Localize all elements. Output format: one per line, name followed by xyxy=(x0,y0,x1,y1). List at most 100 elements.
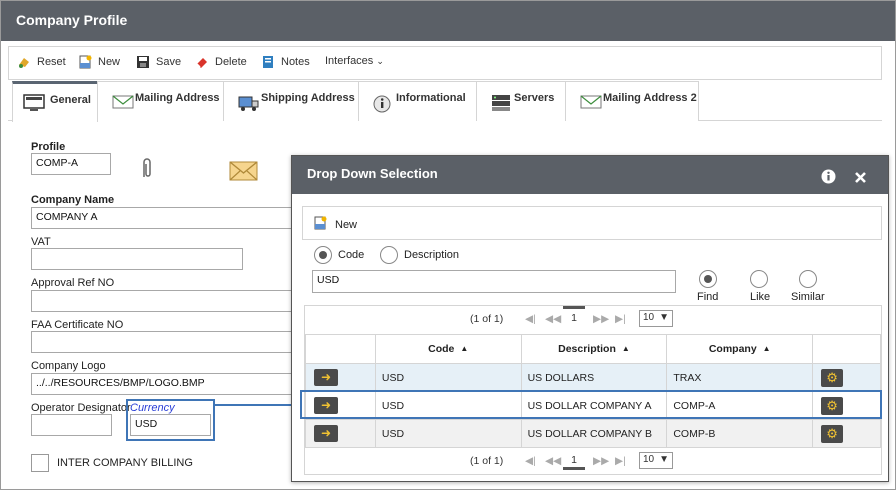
approval-ref-field[interactable] xyxy=(31,290,293,312)
reset-icon xyxy=(17,55,31,69)
gear-icon[interactable]: ⚙ xyxy=(821,396,844,415)
mode-similar-radio[interactable] xyxy=(799,270,817,288)
new-label: New xyxy=(98,56,121,68)
tab-label: General xyxy=(50,94,91,106)
interfaces-label: Interfaces xyxy=(325,55,374,67)
envelope-icon[interactable] xyxy=(229,160,259,185)
search-input[interactable]: USD xyxy=(312,270,676,293)
page-number[interactable]: 1 xyxy=(563,454,585,470)
cell-company: TRAX xyxy=(666,363,814,392)
cell-description: US DOLLAR COMPANY A xyxy=(520,391,668,420)
radio-description-label: Description xyxy=(404,249,460,261)
column-label: Company xyxy=(708,343,757,355)
paperclip-icon[interactable] xyxy=(140,157,152,182)
reset-button[interactable]: Reset xyxy=(17,55,66,69)
table-row[interactable]: ➜ USD US DOLLAR COMPANY B COMP-B ⚙ xyxy=(305,419,881,448)
tab-shipping-address[interactable]: Shipping Address xyxy=(223,81,359,121)
notes-button[interactable]: Notes xyxy=(261,55,310,69)
page-size-value: 10 xyxy=(643,312,655,323)
page-size-value: 10 xyxy=(643,454,655,465)
table-header-row: Code ▲ Description ▲ Company ▲ xyxy=(305,334,881,364)
page-size-select[interactable]: 10 ▼ xyxy=(639,310,673,327)
currency-field[interactable]: USD xyxy=(130,414,211,436)
results-table: Code ▲ Description ▲ Company ▲ ➜ USD US DOL… xyxy=(305,334,881,448)
new-button[interactable]: New xyxy=(78,55,120,69)
company-name-field[interactable]: COMPANY A xyxy=(31,207,293,229)
tab-servers[interactable]: Servers xyxy=(476,81,566,121)
select-row-button[interactable]: ➜ xyxy=(314,397,338,414)
profile-label: Profile xyxy=(31,141,66,153)
inter-company-billing-checkbox[interactable] xyxy=(31,454,49,472)
page-size-select[interactable]: 10 ▼ xyxy=(639,452,673,469)
radio-code[interactable] xyxy=(314,246,332,264)
prev-page-icon[interactable]: ◀◀ xyxy=(545,455,561,467)
radio-code-label: Code xyxy=(338,249,365,261)
first-page-icon[interactable]: ◀​| xyxy=(525,313,536,325)
mode-find-radio[interactable] xyxy=(699,270,717,288)
gear-icon[interactable]: ⚙ xyxy=(821,424,844,443)
prev-page-icon[interactable]: ◀◀ xyxy=(545,313,561,325)
mode-find-label: Find xyxy=(697,291,719,303)
server-icon xyxy=(491,94,511,111)
operator-designator-field[interactable] xyxy=(31,414,112,436)
column-header-description[interactable]: Description ▲ xyxy=(520,334,668,364)
faa-certificate-label: FAA Certificate NO xyxy=(31,319,124,331)
next-page-icon[interactable]: ▶▶ xyxy=(593,313,609,325)
next-page-icon[interactable]: ▶▶ xyxy=(593,455,609,467)
save-label: Save xyxy=(156,56,182,68)
toolbar: Reset New Save Delete Notes Interfaces ⌄ xyxy=(8,46,882,80)
select-column-header xyxy=(305,334,376,364)
delete-button[interactable]: Delete xyxy=(195,55,247,69)
dialog-new-button[interactable]: New xyxy=(313,216,357,233)
last-page-icon[interactable]: ▶| xyxy=(615,313,626,325)
envelope-icon xyxy=(580,94,602,109)
tab-label: Mailing Address 2 xyxy=(603,92,697,104)
sort-icon: ▲ xyxy=(621,344,630,353)
info-icon xyxy=(373,94,393,113)
cell-code: USD xyxy=(374,363,522,392)
monitor-icon xyxy=(23,94,45,111)
dropdown-arrow-icon: ▼ xyxy=(659,454,669,465)
results-grid: (1 of 1) ◀​| ◀◀ 1 ▶▶ ▶| 10 ▼ Code ▲ Descr… xyxy=(304,305,882,475)
column-header-company[interactable]: Company ▲ xyxy=(666,334,814,364)
delete-label: Delete xyxy=(215,56,247,68)
pager-top: (1 of 1) ◀​| ◀◀ 1 ▶▶ ▶| 10 ▼ xyxy=(305,306,881,334)
currency-label: Currency xyxy=(130,402,175,414)
profile-field[interactable]: COMP-A xyxy=(31,153,111,175)
tab-label: Informational xyxy=(396,92,466,104)
tab-mailing-address[interactable]: Mailing Address xyxy=(97,81,224,121)
column-header-code[interactable]: Code ▲ xyxy=(374,334,522,364)
gear-icon[interactable]: ⚙ xyxy=(821,368,844,387)
table-row[interactable]: ➜ USD US DOLLAR COMPANY A COMP-A ⚙ xyxy=(305,391,881,420)
sort-icon: ▲ xyxy=(460,344,469,353)
table-row[interactable]: ➜ USD US DOLLARS TRAX ⚙ xyxy=(305,363,881,392)
save-button[interactable]: Save xyxy=(136,55,181,69)
radio-description[interactable] xyxy=(380,246,398,264)
close-icon[interactable] xyxy=(854,171,867,187)
tab-informational[interactable]: Informational xyxy=(358,81,477,121)
company-logo-label: Company Logo xyxy=(31,360,106,372)
interfaces-menu[interactable]: Interfaces ⌄ xyxy=(325,55,384,67)
mode-like-radio[interactable] xyxy=(750,270,768,288)
envelope-icon xyxy=(112,94,134,109)
company-logo-field[interactable]: ../../RESOURCES/BMP/LOGO.BMP xyxy=(31,373,293,395)
tab-general[interactable]: General xyxy=(12,81,98,122)
select-row-button[interactable]: ➜ xyxy=(314,369,338,386)
info-icon[interactable] xyxy=(821,169,836,187)
cell-description: US DOLLARS xyxy=(520,363,668,392)
faa-certificate-field[interactable] xyxy=(31,331,293,353)
page-title: Company Profile xyxy=(1,1,895,41)
vat-field[interactable] xyxy=(31,248,243,270)
action-column-header xyxy=(812,334,881,364)
last-page-icon[interactable]: ▶| xyxy=(615,455,626,467)
first-page-icon[interactable]: ◀| xyxy=(525,455,536,467)
mode-similar-label: Similar xyxy=(791,291,825,303)
pager-summary: (1 of 1) xyxy=(470,455,504,467)
page-number[interactable]: 1 xyxy=(563,306,585,324)
select-row-button[interactable]: ➜ xyxy=(314,425,338,442)
new-icon xyxy=(78,55,92,69)
tab-mailing-address-2[interactable]: Mailing Address 2 xyxy=(565,81,699,121)
notes-label: Notes xyxy=(281,56,310,68)
cell-code: USD xyxy=(374,391,522,420)
tab-label: Shipping Address xyxy=(261,92,355,104)
